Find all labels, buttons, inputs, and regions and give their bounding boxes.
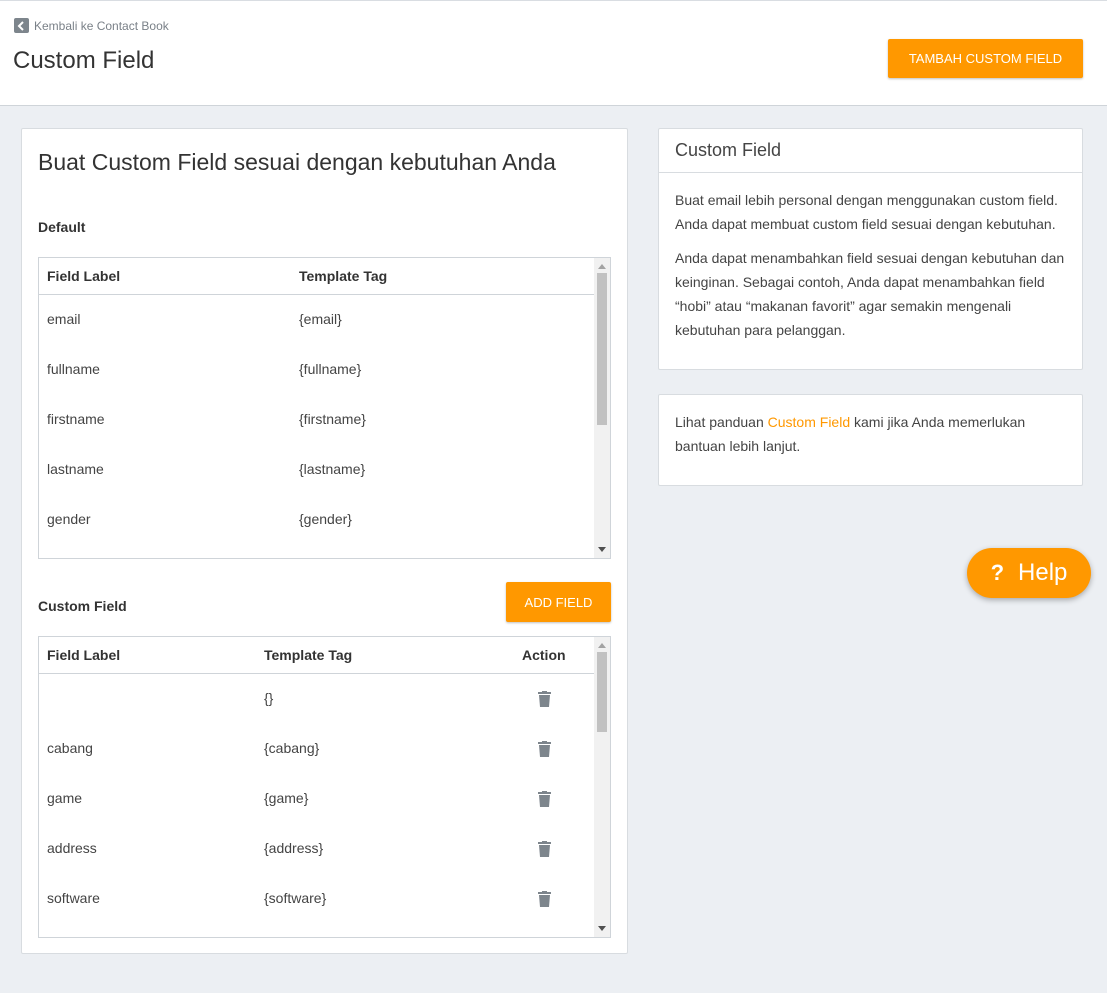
- trash-icon[interactable]: [538, 841, 551, 857]
- column-header-template-tag: Template Tag: [299, 268, 388, 284]
- add-field-button[interactable]: ADD FIELD: [506, 582, 611, 622]
- card-heading: Buat Custom Field sesuai dengan kebutuha…: [38, 149, 556, 175]
- template-tag-cell: {firstname}: [299, 411, 366, 427]
- custom-field-guide-link[interactable]: Custom Field: [768, 414, 850, 430]
- help-button[interactable]: ? Help: [967, 548, 1091, 598]
- template-tag-cell: {gender}: [299, 511, 352, 527]
- template-tag-cell: {fullname}: [299, 361, 362, 377]
- scroll-down-arrow-icon[interactable]: [598, 926, 606, 931]
- custom-section-label: Custom Field: [38, 598, 127, 614]
- field-label-cell: software: [47, 890, 100, 906]
- scrollbar-thumb[interactable]: [597, 273, 607, 425]
- field-label-cell: fullname: [47, 361, 100, 377]
- help-label: Help: [1018, 559, 1068, 586]
- column-header-template-tag: Template Tag: [264, 647, 353, 663]
- custom-field-card: Buat Custom Field sesuai dengan kebutuha…: [21, 128, 628, 954]
- page-title: Custom Field: [13, 47, 155, 74]
- template-tag-cell: {cabang}: [264, 740, 320, 756]
- template-tag-cell: {lastname}: [299, 461, 366, 477]
- guide-text-before: Lihat panduan: [675, 414, 768, 430]
- field-label-cell: firstname: [47, 411, 105, 427]
- add-custom-field-button[interactable]: TAMBAH CUSTOM FIELD: [888, 39, 1083, 78]
- question-mark-icon: ?: [990, 560, 1005, 585]
- table-row: email {email}: [39, 296, 594, 346]
- template-tag-cell: {}: [264, 690, 274, 706]
- page-header: Kembali ke Contact Book Custom Field TAM…: [0, 0, 1107, 106]
- scroll-down-arrow-icon[interactable]: [598, 547, 606, 552]
- table-row: {}: [39, 675, 594, 725]
- back-link[interactable]: Kembali ke Contact Book: [14, 18, 169, 33]
- table-row: software {software}: [39, 875, 594, 925]
- guide-text: Lihat panduan Custom Field kami jika And…: [675, 410, 1070, 458]
- scrollbar-thumb[interactable]: [597, 652, 607, 732]
- template-tag-cell: {software}: [264, 890, 327, 906]
- table-row: address {address}: [39, 825, 594, 875]
- table-row: firstname {firstname}: [39, 396, 594, 446]
- field-label-cell: address: [47, 840, 97, 856]
- custom-fields-table: Field Label Template Tag Action {} caban…: [38, 636, 611, 938]
- table-row: game {game}: [39, 775, 594, 825]
- column-header-field-label: Field Label: [47, 268, 121, 284]
- info-paragraph: Buat email lebih personal dengan menggun…: [675, 192, 1058, 232]
- template-tag-cell: {address}: [264, 840, 324, 856]
- scroll-up-arrow-icon[interactable]: [598, 643, 606, 648]
- guide-card: Lihat panduan Custom Field kami jika And…: [658, 394, 1083, 486]
- column-header-field-label: Field Label: [47, 647, 121, 663]
- trash-icon[interactable]: [538, 741, 551, 757]
- scrollbar[interactable]: [594, 637, 610, 937]
- table-row: fullname {fullname}: [39, 346, 594, 396]
- trash-icon[interactable]: [538, 691, 551, 707]
- table-row: lastname {lastname}: [39, 446, 594, 496]
- field-label-cell: game: [47, 790, 83, 806]
- info-card-title: Custom Field: [659, 129, 1082, 173]
- column-header-action: Action: [522, 647, 566, 663]
- default-section-label: Default: [38, 219, 86, 235]
- scrollbar[interactable]: [594, 258, 610, 558]
- table-row: gender {gender}: [39, 496, 594, 546]
- info-card: Custom Field Buat email lebih personal d…: [658, 128, 1083, 370]
- trash-icon[interactable]: [538, 791, 551, 807]
- field-label-cell: email: [47, 311, 81, 327]
- field-label-cell: gender: [47, 511, 91, 527]
- trash-icon[interactable]: [538, 891, 551, 907]
- field-label-cell: lastname: [47, 461, 104, 477]
- table-header: Field Label Template Tag Action: [39, 637, 594, 674]
- scroll-up-arrow-icon[interactable]: [598, 264, 606, 269]
- template-tag-cell: {game}: [264, 790, 309, 806]
- back-link-label: Kembali ke Contact Book: [34, 18, 169, 33]
- template-tag-cell: {email}: [299, 311, 342, 327]
- default-fields-table: Field Label Template Tag email {email} f…: [38, 257, 611, 559]
- table-header: Field Label Template Tag: [39, 258, 594, 295]
- table-row: cabang {cabang}: [39, 725, 594, 775]
- field-label-cell: cabang: [47, 740, 93, 756]
- info-paragraph: Anda dapat menambahkan field sesuai deng…: [675, 250, 1065, 338]
- chevron-left-icon: [14, 18, 29, 33]
